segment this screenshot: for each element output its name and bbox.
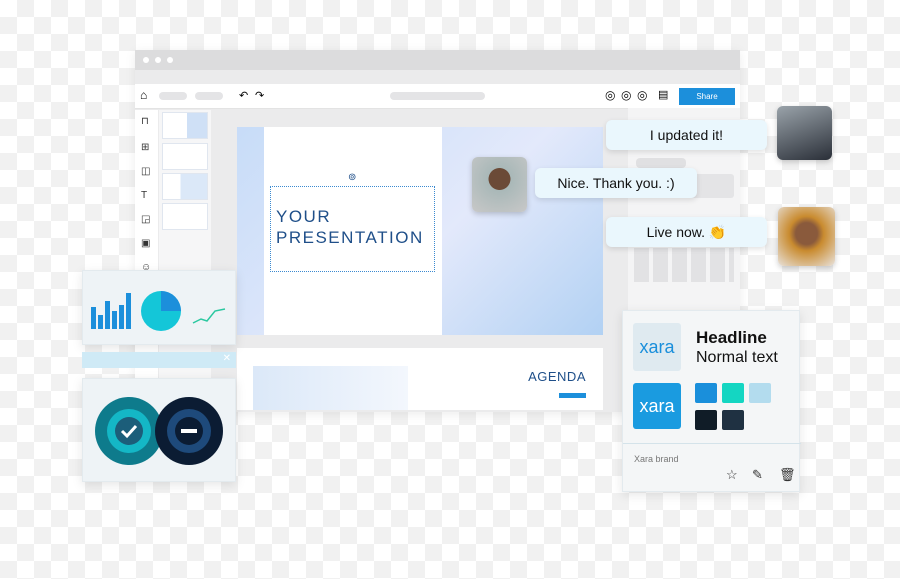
chart-icons [91,291,226,331]
slide-thumbnail[interactable] [162,143,208,170]
slide-title[interactable]: YOUR PRESENTATION [276,206,424,248]
redo-icon[interactable]: ↷ [255,89,264,102]
avatar [472,157,527,212]
line-chart-icon [192,308,226,324]
slide-image [253,366,408,410]
pointer-icon[interactable]: ⊓ [141,116,149,127]
avatar [778,207,835,266]
window-dot[interactable] [167,57,173,63]
undo-icon[interactable]: ↶ [239,89,248,102]
color-swatch[interactable] [722,410,744,430]
menu-pill[interactable] [195,92,223,100]
brand-logo-light: xara [633,323,681,371]
brand-name: Xara brand [634,454,679,464]
color-swatch[interactable] [695,410,717,430]
user-icon[interactable]: ◎ [621,88,631,102]
color-swatch[interactable] [695,383,717,403]
normal-text-style[interactable]: Normal text [696,349,778,367]
circle-icons [95,397,223,465]
toolbar: ⌂ ↶ ↷ ◎ ◎ ◎ ▤ Share [135,84,740,109]
agenda-title: AGENDA [528,369,586,384]
color-swatch[interactable] [722,383,744,403]
document-title-field[interactable] [390,92,485,100]
menu-pill[interactable] [159,92,187,100]
bar-chart-icon [91,293,131,329]
chart-icon[interactable]: ◫ [141,166,150,177]
slide-thumbnail[interactable] [162,173,208,200]
pie-chart-icon [141,291,181,331]
star-icon[interactable]: ☆ [726,467,738,483]
brand-card[interactable]: xara Headline Normal text xara Xara bran… [622,310,801,492]
comment-icon[interactable]: ▤ [658,88,668,101]
slide-agenda[interactable]: AGENDA [237,348,603,410]
user-icon[interactable]: ◎ [605,88,615,102]
chat-bubble: Nice. Thank you. :) [535,168,697,198]
image-icon[interactable]: ▣ [141,238,150,249]
trash-icon[interactable]: 🗑 [779,467,796,483]
icon-widget-card[interactable] [82,378,236,482]
layout-icon[interactable]: ⊞ [141,142,149,153]
divider [623,443,801,444]
share-button[interactable]: Share [679,88,735,105]
minus-icon [181,429,197,433]
user-icon[interactable]: ◎ [637,88,647,102]
title-line: PRESENTATION [276,228,424,247]
slide-thumbnail[interactable] [162,203,208,230]
chat-bubble: Live now. 👏 [606,217,767,247]
title-bar [135,50,740,70]
avatar [777,106,832,160]
home-icon[interactable]: ⌂ [140,88,147,102]
close-icon[interactable]: ✕ [223,353,231,364]
brand-logo-dark: xara [633,383,681,429]
slide-thumbnail[interactable] [162,112,208,139]
agenda-underline [559,393,586,398]
edit-icon[interactable]: ✎ [752,467,763,483]
chat-bubble: I updated it! [606,120,767,150]
title-line: YOUR [276,207,332,226]
input-bar[interactable]: ✕ [82,352,236,368]
panel-grid [634,248,734,282]
color-swatch[interactable] [749,383,771,403]
rotate-handle-icon[interactable]: ⊚ [348,172,356,183]
window-dot[interactable] [143,57,149,63]
chart-widget-card[interactable] [82,270,236,345]
text-icon[interactable]: T [141,190,147,201]
window-dot[interactable] [155,57,161,63]
panel-pill [636,158,686,168]
headline-style[interactable]: Headline [696,328,767,348]
shapes-icon[interactable]: ◲ [141,214,150,225]
